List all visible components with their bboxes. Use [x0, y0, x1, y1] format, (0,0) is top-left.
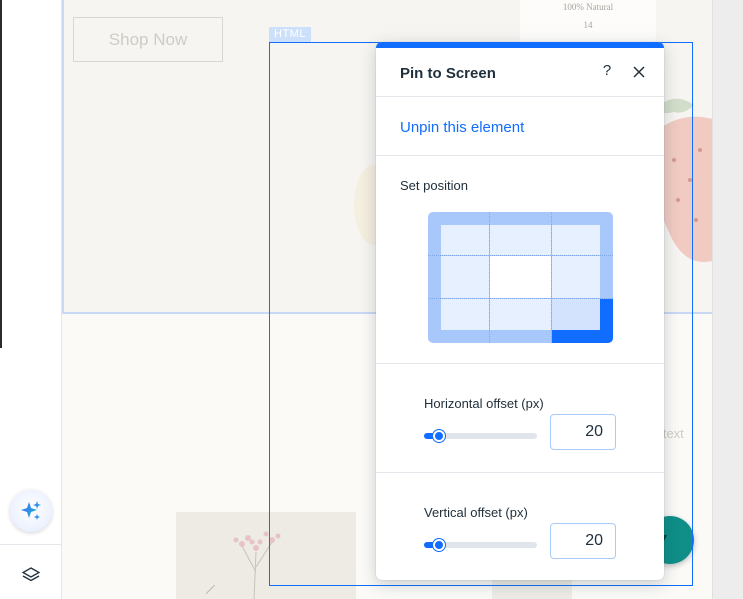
- selected-position-highlight: [552, 299, 600, 330]
- position-top-center[interactable]: [490, 225, 551, 255]
- grid-line: [428, 298, 613, 299]
- shop-now-button[interactable]: Shop Now: [73, 17, 223, 62]
- grid-line: [489, 212, 490, 343]
- close-icon: [633, 66, 645, 78]
- slider-handle[interactable]: [433, 539, 445, 551]
- vertical-offset-slider[interactable]: [424, 539, 537, 551]
- rail-divider: [0, 544, 62, 545]
- panel-title: Pin to Screen: [400, 65, 496, 82]
- horizontal-offset-slider[interactable]: [424, 430, 537, 442]
- element-type-tag[interactable]: HTML: [269, 27, 311, 42]
- product-card[interactable]: 100% Natural 14: [520, 0, 656, 44]
- unpin-element-link[interactable]: Unpin this element: [400, 119, 524, 136]
- ai-assistant-button[interactable]: [10, 490, 52, 532]
- grid-line: [551, 212, 552, 343]
- layers-icon: [21, 567, 41, 582]
- section-divider: [376, 155, 664, 156]
- section-divider: [376, 472, 664, 473]
- horizontal-offset-label: Horizontal offset (px): [424, 396, 544, 411]
- horizontal-offset-input[interactable]: 20: [550, 414, 616, 450]
- close-button[interactable]: [630, 62, 648, 82]
- left-toolbar: [0, 0, 62, 599]
- position-middle-right[interactable]: [552, 256, 600, 298]
- grid-line: [428, 255, 613, 256]
- position-bottom-right[interactable]: [552, 299, 613, 343]
- product-card-number: 14: [583, 20, 593, 30]
- position-top-left[interactable]: [441, 225, 489, 255]
- layers-button[interactable]: [19, 563, 43, 587]
- vertical-offset-label: Vertical offset (px): [424, 505, 528, 520]
- position-top-right[interactable]: [552, 225, 600, 255]
- pin-to-screen-panel: Pin to Screen ? Unpin this element Set p…: [376, 42, 664, 580]
- section-divider: [376, 363, 664, 364]
- canvas-right-gutter: [712, 0, 743, 599]
- panel-header[interactable]: Pin to Screen ?: [376, 48, 664, 97]
- vertical-offset-input[interactable]: 20: [550, 523, 616, 559]
- slider-handle[interactable]: [433, 430, 445, 442]
- position-bottom-center[interactable]: [490, 299, 551, 330]
- set-position-label: Set position: [400, 178, 468, 193]
- position-grid: [428, 212, 613, 343]
- position-bottom-left[interactable]: [441, 299, 489, 330]
- position-center[interactable]: [490, 256, 551, 298]
- sparkle-icon: [21, 501, 41, 520]
- product-card-caption: 100% Natural: [562, 2, 614, 12]
- rail-edge: [0, 0, 2, 348]
- position-middle-left[interactable]: [441, 256, 489, 298]
- help-button[interactable]: ?: [598, 62, 616, 82]
